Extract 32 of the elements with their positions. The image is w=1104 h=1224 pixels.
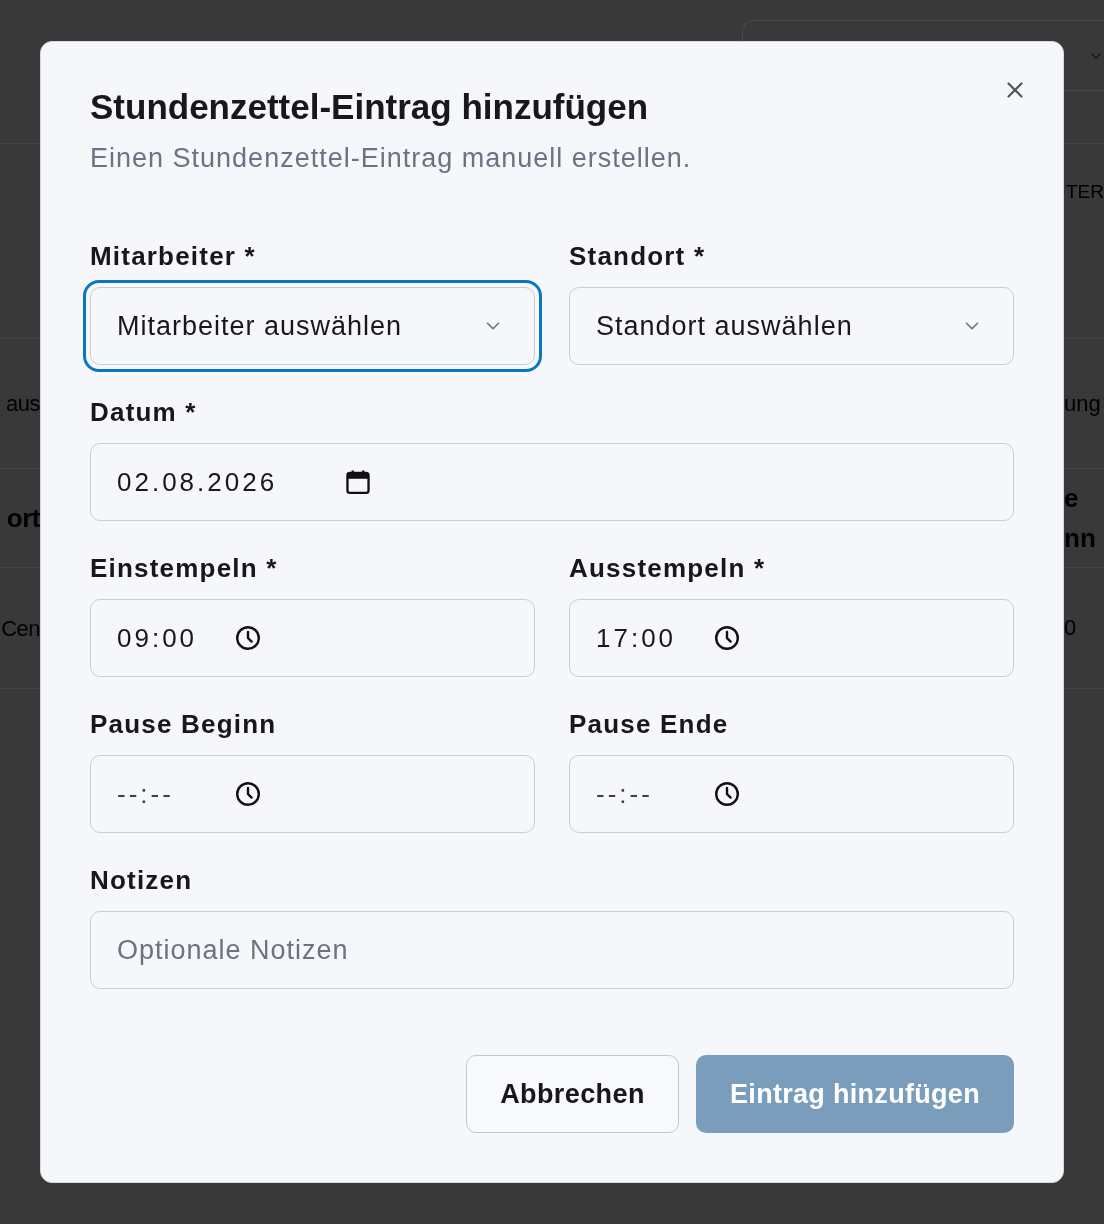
dialog-title: Stundenzettel-Eintrag hinzufügen xyxy=(90,87,649,127)
text-input[interactable]: Optionale Notizen xyxy=(90,911,1014,989)
table-cell-text: aus xyxy=(6,390,40,418)
field-label: Pause Beginn xyxy=(90,709,278,739)
table-header-cell-text: e xyxy=(1064,482,1080,515)
dialog-description: Einen Stundenzettel-Eintrag manuell erstellen. xyxy=(90,142,693,174)
table-cell-text: 0 xyxy=(1064,614,1078,642)
field-label: Notizen xyxy=(90,865,194,895)
clock-icon[interactable] xyxy=(715,626,739,650)
time-field[interactable]: --:-- xyxy=(90,755,535,833)
table-cell-text: ung xyxy=(1064,389,1102,418)
table-cell-text: Cen xyxy=(1,614,40,643)
time-field[interactable]: 17:00 xyxy=(569,599,1014,677)
clock-icon[interactable] xyxy=(236,782,260,806)
cancel-button[interactable]: Abbrechen xyxy=(466,1055,679,1133)
time-field[interactable]: 09:00 xyxy=(90,599,535,677)
clock-icon[interactable] xyxy=(715,782,739,806)
field-label: Mitarbeiter * xyxy=(90,241,257,271)
date-field[interactable]: 02.08.2026 xyxy=(90,443,1014,521)
table-header-cell-text: nn xyxy=(1064,522,1097,555)
clock-icon[interactable] xyxy=(236,626,260,650)
field-label: Standort * xyxy=(569,241,707,271)
field-label: Pause Ende xyxy=(569,709,730,739)
field-label: Ausstempeln * xyxy=(569,553,767,583)
field-label: Datum * xyxy=(90,397,198,427)
field-label: Einstempeln * xyxy=(90,553,279,583)
column-header: TER xyxy=(1065,180,1104,204)
calendar-icon[interactable] xyxy=(346,470,370,494)
table-header-cell-text: ort xyxy=(6,501,40,535)
select-field[interactable]: Mitarbeiter auswählen xyxy=(83,280,542,372)
time-field[interactable]: --:-- xyxy=(569,755,1014,833)
select-field[interactable]: Standort auswählen xyxy=(569,287,1014,365)
